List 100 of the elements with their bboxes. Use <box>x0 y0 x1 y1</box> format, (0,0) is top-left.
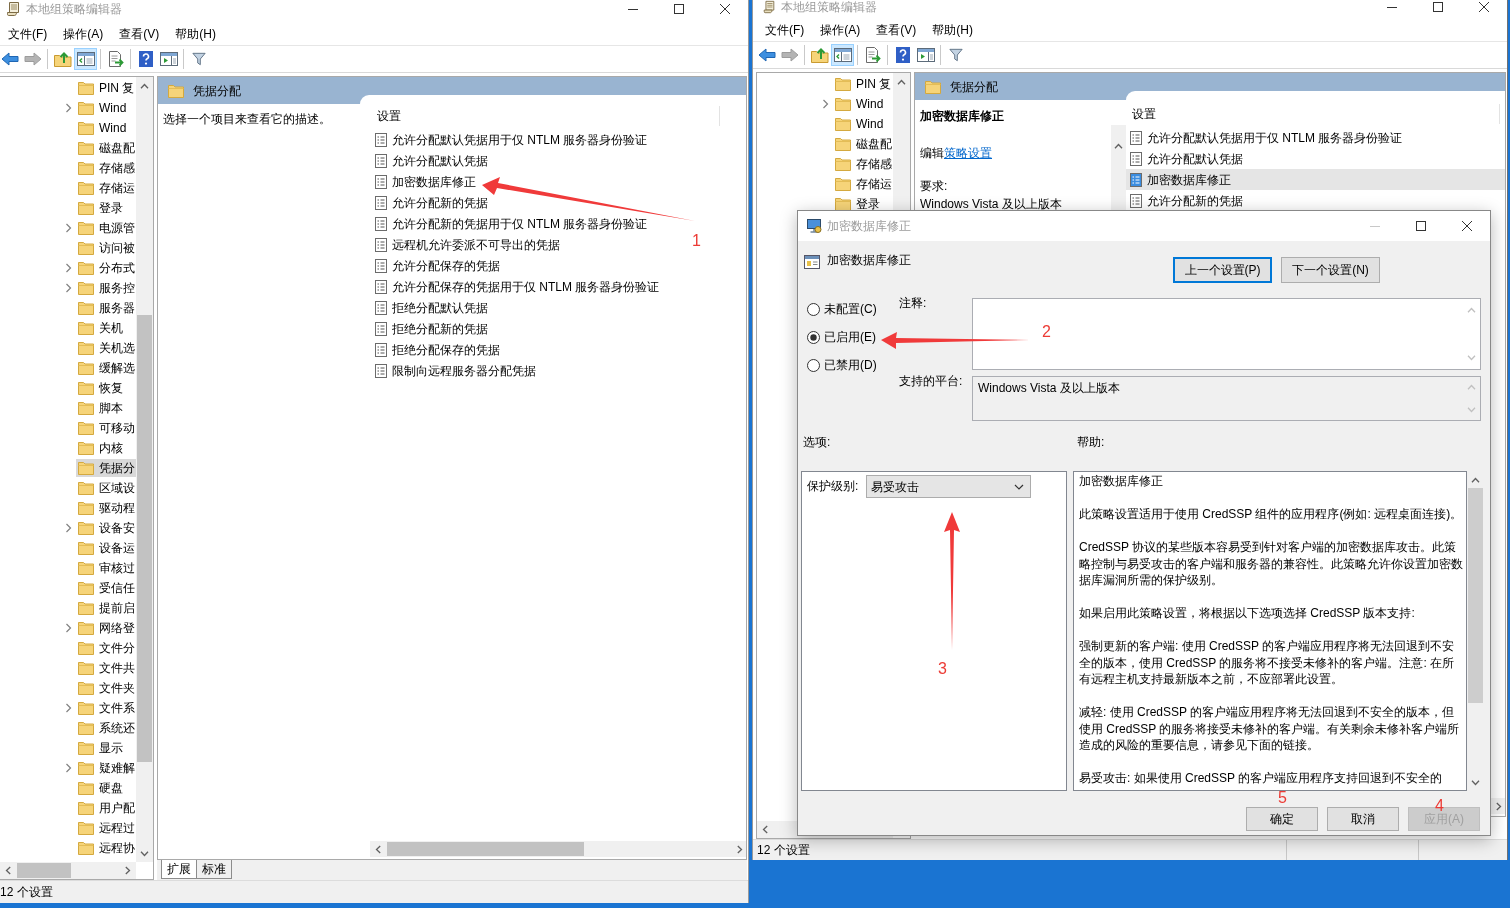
tree-item[interactable]: 设备运 <box>76 539 136 557</box>
scroll-up-icon[interactable] <box>140 83 149 89</box>
setting-item[interactable]: 允许分配默认凭据用于仅 NTLM 服务器身份验证 <box>1126 127 1505 148</box>
tree-item[interactable]: 内核 <box>76 439 124 457</box>
tree-item[interactable]: Wind <box>76 119 128 137</box>
show-tree-button[interactable] <box>74 48 97 70</box>
tree-item[interactable]: 关机选 <box>76 339 136 357</box>
tree-item[interactable]: 远程协 <box>76 839 136 857</box>
scroll-up-icon[interactable] <box>1471 477 1480 483</box>
tree-item[interactable]: 文件夹 <box>76 679 136 697</box>
protection-level-dropdown[interactable]: 易受攻击 <box>866 475 1032 498</box>
tree-item[interactable]: 文件分 <box>76 639 136 657</box>
menu-item[interactable]: 帮助(H) <box>924 18 981 41</box>
policy-settings-link[interactable]: 策略设置 <box>944 145 992 161</box>
scroll-up-icon[interactable] <box>897 79 906 85</box>
column-header[interactable]: 设置 <box>1130 104 1500 124</box>
scrollbar-thumb[interactable] <box>387 842 584 856</box>
radio-option[interactable]: 未配置(C) <box>807 295 877 323</box>
setting-item[interactable]: 允许分配保存的凭据用于仅 NTLM 服务器身份验证 <box>360 276 662 297</box>
scrollbar[interactable] <box>0 862 136 879</box>
next-setting-button[interactable]: 下一个设置(N) <box>1281 257 1380 283</box>
scroll-right-icon[interactable] <box>125 866 131 875</box>
scroll-right-icon[interactable] <box>1496 801 1502 811</box>
tree-item[interactable]: 区域设 <box>76 479 136 497</box>
scroll-left-icon[interactable] <box>762 825 768 834</box>
tree-item[interactable]: 文件系 <box>76 699 136 717</box>
chevron-right-icon[interactable] <box>64 523 72 533</box>
menu-item[interactable]: 查看(V) <box>868 18 925 41</box>
scrollbar[interactable] <box>370 841 746 857</box>
tree-item[interactable]: 设备安 <box>76 519 136 537</box>
tree-item[interactable]: Wind <box>833 115 885 133</box>
menu-item[interactable]: 文件(F) <box>0 22 56 45</box>
menu-item[interactable]: 操作(A) <box>812 18 869 41</box>
tree-item[interactable]: 磁盘配 <box>833 135 893 153</box>
setting-item[interactable]: 允许分配新的凭据 <box>1126 190 1505 211</box>
setting-item[interactable]: 允许分配默认凭据 <box>360 150 490 171</box>
radio-icon[interactable] <box>807 330 820 344</box>
setting-item[interactable]: 允许分配默认凭据 <box>1126 148 1505 169</box>
scroll-right-icon[interactable] <box>737 844 743 854</box>
radio-icon[interactable] <box>807 358 820 372</box>
setting-item[interactable]: 限制向远程服务器分配凭据 <box>360 360 538 381</box>
tree-item[interactable]: 登录 <box>76 199 124 217</box>
tree-item[interactable]: 分布式 <box>76 259 136 277</box>
setting-item[interactable]: 加密数据库修正 <box>1126 169 1505 190</box>
scroll-up-icon[interactable] <box>1114 143 1123 149</box>
menu-item[interactable]: 文件(F) <box>757 18 813 41</box>
tree-item[interactable]: 受信任 <box>76 579 136 597</box>
radio-option[interactable]: 已禁用(D) <box>807 351 877 379</box>
tree-item[interactable]: 硬盘 <box>76 779 124 797</box>
scrollbar-thumb[interactable] <box>1468 488 1483 703</box>
tree-item[interactable]: 访问被 <box>76 239 136 257</box>
tree-item[interactable]: 服务器 <box>76 299 136 317</box>
tree-item[interactable]: 用户配 <box>76 799 136 817</box>
tree-item[interactable]: 文件共 <box>76 659 136 677</box>
setting-item[interactable]: 允许分配默认凭据用于仅 NTLM 服务器身份验证 <box>360 129 650 150</box>
tree-item[interactable]: 提前启 <box>76 599 136 617</box>
setting-item[interactable]: 拒绝分配保存的凭据 <box>360 339 502 360</box>
show-tree-button[interactable] <box>831 44 854 66</box>
previous-setting-button[interactable]: 上一个设置(P) <box>1173 257 1272 283</box>
tree-item[interactable]: 驱动程 <box>76 499 136 517</box>
tree-item[interactable]: 存储运 <box>76 179 136 197</box>
chevron-right-icon[interactable] <box>64 103 72 113</box>
chevron-right-icon[interactable] <box>64 763 72 773</box>
tree-item[interactable]: 疑难解 <box>76 759 136 777</box>
scrollbar-thumb[interactable] <box>137 315 152 762</box>
radio-icon[interactable] <box>807 302 820 316</box>
tree-item[interactable]: 缓解选 <box>76 359 136 377</box>
setting-item[interactable]: 允许分配新的凭据 <box>360 192 490 213</box>
view-tab[interactable]: 标准 <box>196 860 232 879</box>
tree-item[interactable]: 恢复 <box>76 379 124 397</box>
tree-item[interactable]: Wind <box>76 99 128 117</box>
tree-item[interactable]: 网络登 <box>76 619 136 637</box>
tree-item[interactable]: PIN 复 <box>833 75 893 93</box>
tree-item[interactable]: 存储感 <box>76 159 136 177</box>
tree-item[interactable]: 审核过 <box>76 559 136 577</box>
tree-item[interactable]: 登录 <box>833 195 881 213</box>
setting-item[interactable]: 远程机允许委派不可导出的凭据 <box>360 234 562 255</box>
tree-item[interactable]: 显示 <box>76 739 124 757</box>
tree-item[interactable]: 可移动 <box>76 419 136 437</box>
setting-item[interactable]: 拒绝分配新的凭据 <box>360 318 490 339</box>
tree-item[interactable]: 服务控 <box>76 279 136 297</box>
scroll-down-icon[interactable] <box>1471 780 1480 786</box>
chevron-right-icon[interactable] <box>64 223 72 233</box>
view-tab[interactable]: 扩展 <box>161 860 197 879</box>
ok-button[interactable]: 确定 <box>1246 807 1318 831</box>
comment-field[interactable] <box>972 298 1481 370</box>
tree-item[interactable]: 系统还 <box>76 719 136 737</box>
menu-item[interactable]: 帮助(H) <box>167 22 224 45</box>
chevron-right-icon[interactable] <box>64 263 72 273</box>
scroll-left-icon[interactable] <box>5 866 11 875</box>
chevron-right-icon[interactable] <box>64 703 72 713</box>
tree-item[interactable]: 存储运 <box>833 175 893 193</box>
scroll-down-icon[interactable] <box>140 851 149 857</box>
tree-item[interactable]: Wind <box>833 95 885 113</box>
cancel-button[interactable]: 取消 <box>1327 807 1399 831</box>
chevron-right-icon[interactable] <box>64 283 72 293</box>
radio-option[interactable]: 已启用(E) <box>807 323 876 351</box>
tree-item[interactable]: 存储感 <box>833 155 893 173</box>
scrollbar[interactable] <box>136 77 153 862</box>
setting-item[interactable]: 允许分配保存的凭据 <box>360 255 502 276</box>
